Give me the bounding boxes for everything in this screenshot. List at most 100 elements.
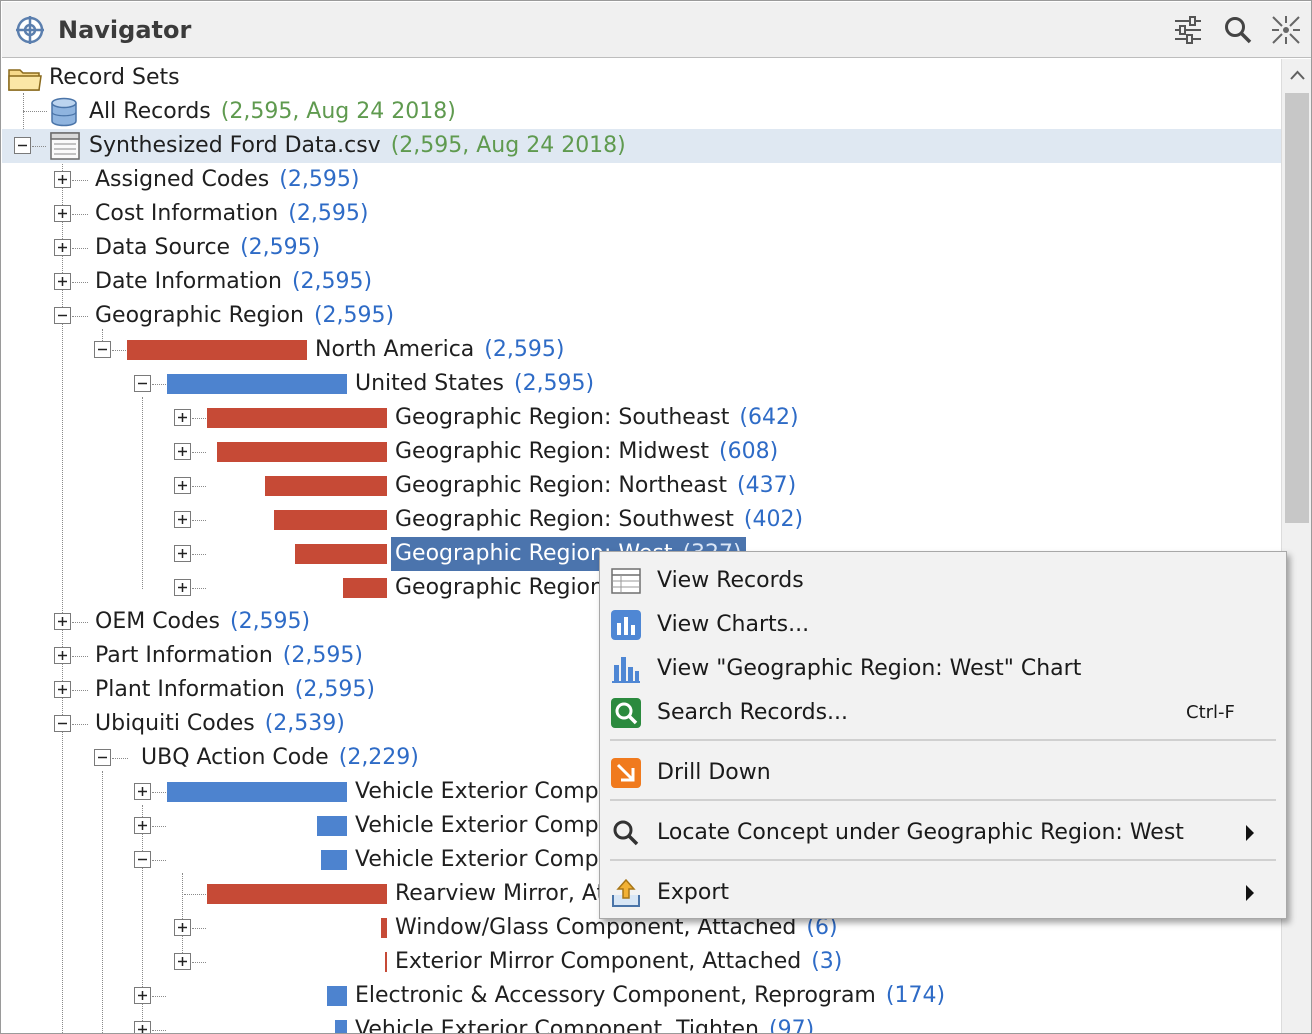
collapse-icon[interactable] xyxy=(54,715,71,732)
menu-item-drill-down[interactable]: Drill Down xyxy=(600,751,1286,795)
expand-icon[interactable] xyxy=(174,443,191,460)
menu-item-label: Locate Concept under Geographic Region: … xyxy=(657,820,1184,845)
tree-row-label: Assigned Codes xyxy=(95,167,270,192)
tree-row-north-america[interactable]: North America (2,595) xyxy=(2,333,1281,367)
record-count: (2,595) xyxy=(282,643,363,668)
record-count: (2,595) xyxy=(279,167,360,192)
menu-item-view-charts[interactable]: View Charts... xyxy=(600,603,1286,647)
menu-item-label: Search Records... xyxy=(657,700,849,725)
menu-item-view-west-chart[interactable]: View "Geographic Region: West" Chart xyxy=(600,647,1286,691)
menu-item-locate-concept[interactable]: Locate Concept under Geographic Region: … xyxy=(600,811,1286,855)
expand-icon[interactable] xyxy=(174,545,191,562)
tree-row-data-source[interactable]: Data Source (2,595) xyxy=(2,231,1281,265)
menu-item-export[interactable]: Export xyxy=(600,871,1286,915)
collapse-all-icon[interactable] xyxy=(1270,14,1302,46)
tree-row-label: Exterior Mirror Component, Attached xyxy=(395,949,802,974)
menu-item-label: Export xyxy=(657,880,730,905)
charts-icon xyxy=(611,610,641,640)
tree-row-cost-information[interactable]: Cost Information (2,595) xyxy=(2,197,1281,231)
menu-separator xyxy=(610,799,1276,801)
bar-north-america xyxy=(127,340,307,360)
tree-row-united-states[interactable]: United States (2,595) xyxy=(2,367,1281,401)
record-count: (608) xyxy=(719,439,779,464)
bar-window-glass xyxy=(381,918,387,938)
record-count: (2,595) xyxy=(291,269,373,294)
tree-row-label: Geographic Region: Southwest xyxy=(395,507,734,532)
search-icon[interactable] xyxy=(1222,14,1254,46)
panel-title: Navigator xyxy=(58,16,192,44)
collapse-icon[interactable] xyxy=(94,749,111,766)
tree-row-assigned-codes[interactable]: Assigned Codes (2,595) xyxy=(2,163,1281,197)
bar-chart-icon xyxy=(612,657,640,683)
table-icon xyxy=(611,568,641,594)
tree-row-label: Geographic Region: Southeast xyxy=(395,405,730,430)
expand-icon[interactable] xyxy=(134,783,151,800)
expand-icon[interactable] xyxy=(54,205,71,222)
collapse-icon[interactable] xyxy=(14,137,31,154)
tree-row-label: Geographic Region: Northeast xyxy=(395,473,727,498)
menu-item-label: View Records xyxy=(657,568,804,593)
expand-icon[interactable] xyxy=(54,613,71,630)
expand-icon[interactable] xyxy=(174,953,191,970)
tree-row-record-sets[interactable]: Record Sets xyxy=(2,61,1281,95)
collapse-icon[interactable] xyxy=(94,341,111,358)
expand-icon[interactable] xyxy=(174,511,191,528)
expand-icon[interactable] xyxy=(54,171,71,188)
filter-settings-icon[interactable] xyxy=(1172,14,1204,46)
tree-row-label: Record Sets xyxy=(49,65,180,90)
tree-row-label: All Records xyxy=(89,99,211,124)
drill-down-icon xyxy=(611,758,641,788)
tree-row-vehicle-exterior-tighten[interactable]: Vehicle Exterior Component, Tighten (97) xyxy=(2,1013,1281,1034)
tree-row-region-northeast[interactable]: Geographic Region: Northeast (437) xyxy=(2,469,1281,503)
record-count: (2,229) xyxy=(338,745,419,770)
tree-row-label: Electronic & Accessory Component, Reprog… xyxy=(355,983,876,1008)
bar-rearview-mirror xyxy=(207,884,387,904)
compass-icon xyxy=(16,16,44,44)
menu-item-label: Drill Down xyxy=(657,760,771,785)
tree-row-label: Ubiquiti Codes xyxy=(95,711,255,736)
collapse-icon[interactable] xyxy=(134,375,151,392)
tree-row-geographic-region[interactable]: Geographic Region (2,595) xyxy=(2,299,1281,333)
tree-row-label: OEM Codes xyxy=(95,609,220,634)
record-count: (97) xyxy=(769,1017,815,1034)
expand-icon[interactable] xyxy=(54,273,71,290)
bar-southwest xyxy=(274,510,387,530)
record-count: (2,595) xyxy=(229,609,311,634)
record-count: (2,595) xyxy=(513,371,595,396)
search-records-icon xyxy=(611,698,641,728)
scroll-up-icon[interactable] xyxy=(1282,59,1312,91)
tree-row-all-records[interactable]: All Records (2,595, Aug 24 2018) xyxy=(2,95,1281,129)
tree-row-synthesized-ford-data[interactable]: Synthesized Ford Data.csv (2,595, Aug 24 … xyxy=(2,129,1281,163)
expand-icon[interactable] xyxy=(54,681,71,698)
menu-item-search-records[interactable]: Search Records... Ctrl-F xyxy=(600,691,1286,735)
scroll-thumb[interactable] xyxy=(1285,93,1309,523)
tree-row-region-midwest[interactable]: Geographic Region: Midwest (608) xyxy=(2,435,1281,469)
title-bar: Navigator xyxy=(2,2,1311,58)
expand-icon[interactable] xyxy=(174,477,191,494)
tree-row-label: Date Information xyxy=(95,269,282,294)
bar-united-states xyxy=(167,374,347,394)
record-count: (2,595) xyxy=(484,337,565,362)
tree-row-region-southeast[interactable]: Geographic Region: Southeast (642) xyxy=(2,401,1281,435)
magnifier-icon xyxy=(613,820,639,846)
bar-electronic-accessory xyxy=(327,986,347,1006)
expand-icon[interactable] xyxy=(174,919,191,936)
expand-icon[interactable] xyxy=(54,647,71,664)
database-icon xyxy=(51,97,77,127)
tree-row-exterior-mirror[interactable]: Exterior Mirror Component, Attached (3) xyxy=(2,945,1281,979)
expand-icon[interactable] xyxy=(134,817,151,834)
tree-row-date-information[interactable]: Date Information (2,595) xyxy=(2,265,1281,299)
expand-icon[interactable] xyxy=(174,409,191,426)
collapse-icon[interactable] xyxy=(54,307,71,324)
expand-icon[interactable] xyxy=(174,579,191,596)
collapse-icon[interactable] xyxy=(134,851,151,868)
folder-icon xyxy=(8,69,42,91)
tree-row-label: Vehicle Exterior Compo xyxy=(355,847,613,872)
expand-icon[interactable] xyxy=(134,987,151,1004)
expand-icon[interactable] xyxy=(54,239,71,256)
menu-item-view-records[interactable]: View Records xyxy=(600,559,1286,603)
tree-row-electronic-accessory[interactable]: Electronic & Accessory Component, Reprog… xyxy=(2,979,1281,1013)
bar-vehicle-exterior-tighten xyxy=(335,1020,347,1033)
tree-row-region-southwest[interactable]: Geographic Region: Southwest (402) xyxy=(2,503,1281,537)
expand-icon[interactable] xyxy=(134,1021,151,1034)
